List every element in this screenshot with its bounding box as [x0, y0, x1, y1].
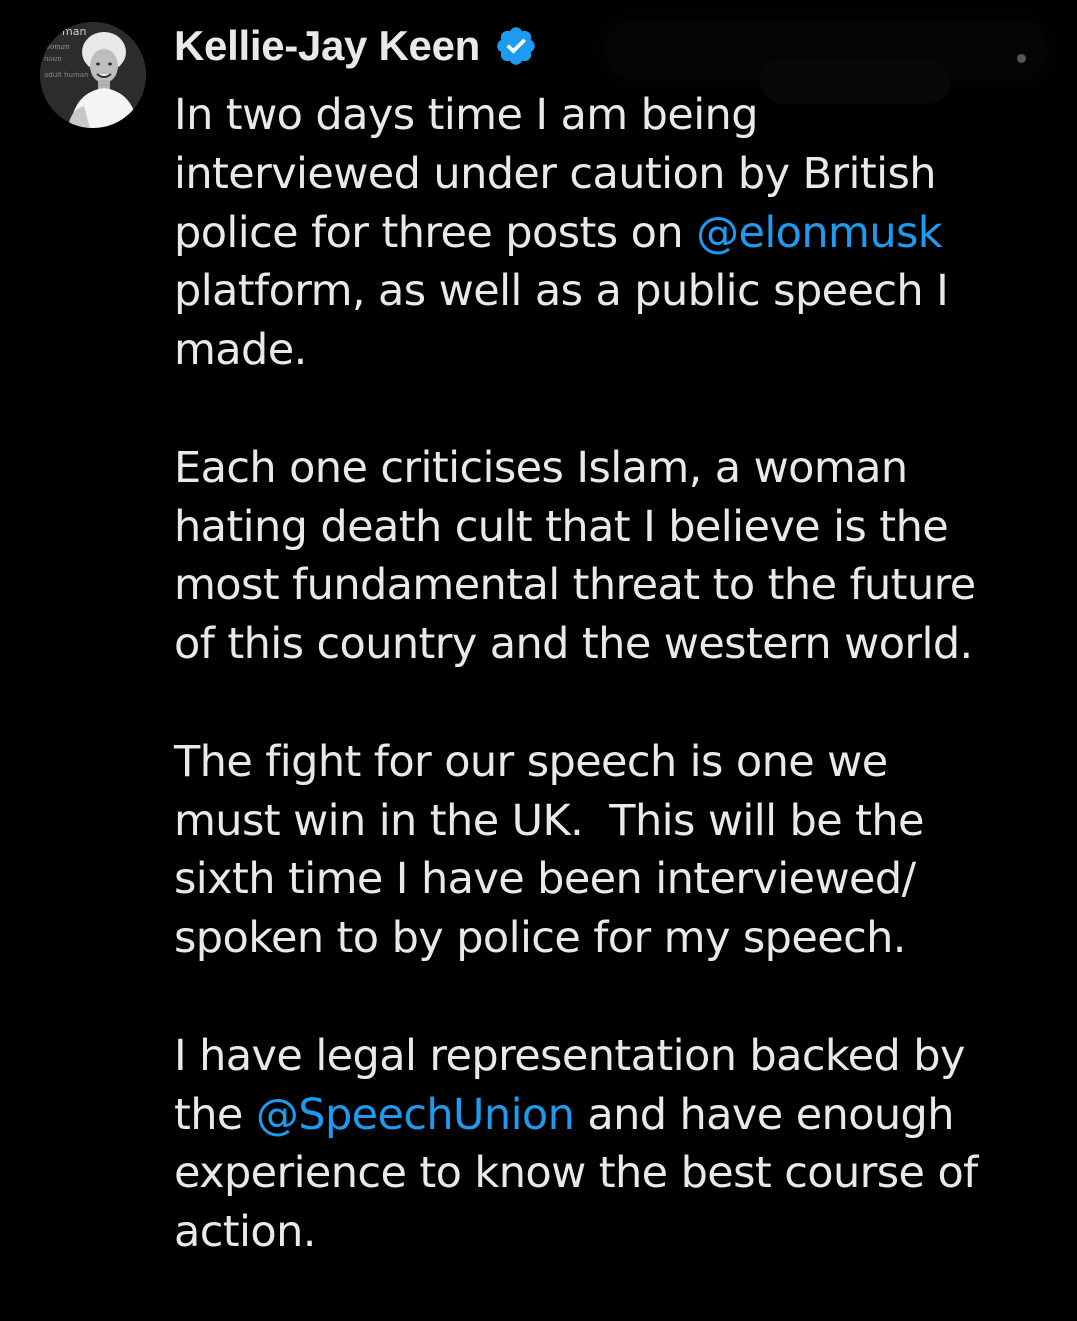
- tweet-text-segment: experience to know the best course of: [174, 1148, 978, 1199]
- tweet-line: made.: [174, 321, 1054, 380]
- tweet-line: In two days time I am being: [174, 86, 1054, 145]
- tweet-line: the @SpeechUnion and have enough: [174, 1086, 1054, 1145]
- verified-badge-icon[interactable]: [494, 24, 538, 68]
- tweet-line: spoken to by police for my speech.: [174, 909, 1054, 968]
- tweet-text-segment: action.: [174, 1207, 316, 1258]
- mention-link[interactable]: @elonmusk: [696, 208, 943, 258]
- tweet-paragraph: In two days time I am being interviewed u…: [174, 86, 1054, 380]
- tweet-paragraph: The fight for our speech is one we must w…: [174, 733, 1054, 968]
- profile-photo-icon: man woman noun adult human: [40, 22, 146, 128]
- tweet-line: The fight for our speech is one we: [174, 733, 1054, 792]
- tweet-paragraph: Each one criticises Islam, a woman hating…: [174, 439, 1054, 674]
- tweet-text-segment: In two days time I am being: [174, 90, 758, 140]
- tweet-text-segment: of this country and the western world.: [174, 619, 973, 670]
- tweet-text-segment: The fight for our speech is one we: [174, 736, 888, 787]
- tweet-text-segment: sixth time I have been interviewed/: [174, 854, 916, 905]
- tweet-text-segment: I have legal representation backed by: [174, 1030, 965, 1081]
- tweet-line: police for three posts on @elonmusk: [174, 204, 1054, 263]
- tweet-text-segment: and have enough: [574, 1089, 954, 1140]
- tweet-text-segment: made.: [174, 325, 307, 376]
- tweet-line: most fundamental threat to the future: [174, 556, 1054, 615]
- tweet-text-segment: interviewed under caution by British: [174, 148, 937, 199]
- tweet-line: action.: [174, 1203, 1054, 1262]
- tweet-line: experience to know the best course of: [174, 1144, 1054, 1203]
- tweet-text-segment: most fundamental threat to the future: [174, 560, 976, 611]
- tweet-line: interviewed under caution by British: [174, 145, 1054, 204]
- tweet-paragraph: I have legal representation backed by the…: [174, 1027, 1054, 1262]
- tweet-text: In two days time I am being interviewed u…: [174, 86, 1054, 1321]
- tweet-line: I have legal representation backed by: [174, 1027, 1054, 1086]
- author-display-name[interactable]: Kellie-Jay Keen: [174, 22, 480, 70]
- author-avatar[interactable]: man woman noun adult human: [40, 22, 146, 128]
- avatar-caption-4: adult human: [44, 71, 89, 79]
- tweet-text-segment: platform, as well as a public speech I: [174, 266, 949, 317]
- tweet-line: must win in the UK. This will be the: [174, 792, 1054, 851]
- tweet-text-segment: police for three posts on: [174, 207, 697, 258]
- tweet-line: Each one criticises Islam, a woman: [174, 439, 1054, 498]
- tweet-text-segment: must win in the UK. This will be the: [174, 795, 924, 846]
- tweet-line: of this country and the western world.: [174, 615, 1054, 674]
- avatar-caption-3: noun: [44, 55, 62, 63]
- tweet-text-segment: hating death cult that I believe is the: [174, 501, 949, 552]
- mention-link[interactable]: @SpeechUnion: [256, 1090, 575, 1140]
- more-options-icon[interactable]: [1017, 54, 1026, 63]
- tweet-text-segment: spoken to by police for my speech.: [174, 913, 906, 964]
- tweet: man woman noun adult human Kellie-Jay Ke…: [0, 0, 1077, 1257]
- tweet-text-segment: Each one criticises Islam, a woman: [174, 442, 908, 493]
- avatar-caption-2: woman: [44, 43, 70, 51]
- tweet-line: hating death cult that I believe is the: [174, 498, 1054, 557]
- tweet-line: sixth time I have been interviewed/: [174, 850, 1054, 909]
- avatar-caption-1: man: [62, 25, 86, 38]
- tweet-text-segment: the: [174, 1089, 256, 1140]
- tweet-line: platform, as well as a public speech I: [174, 262, 1054, 321]
- tweet-header: Kellie-Jay Keen: [174, 16, 538, 76]
